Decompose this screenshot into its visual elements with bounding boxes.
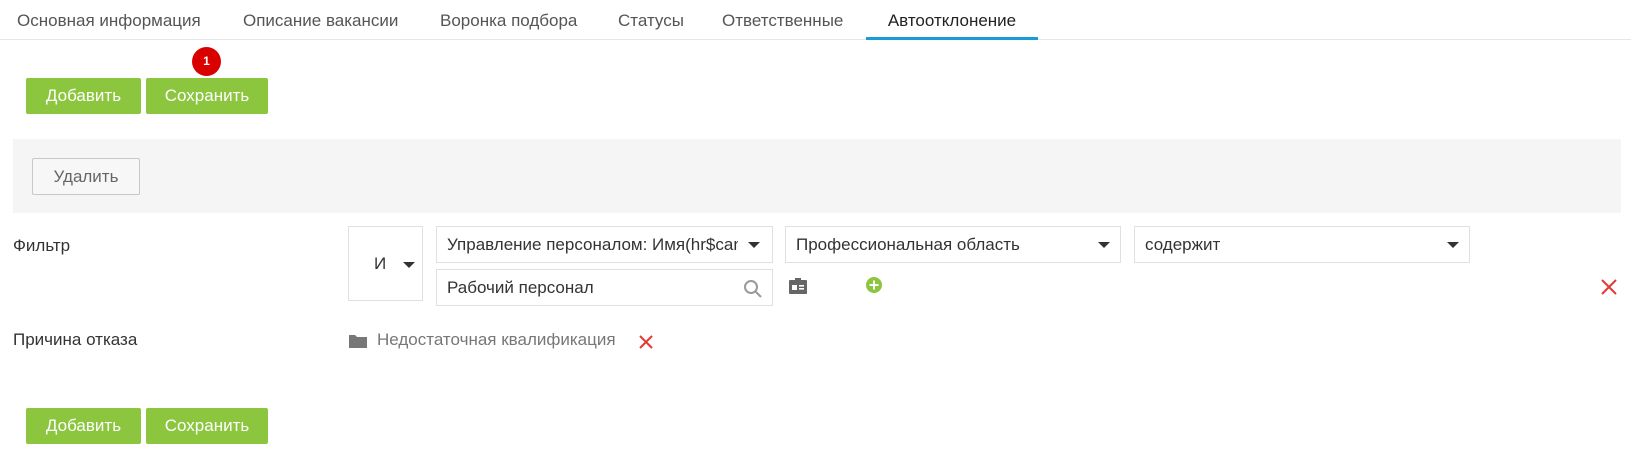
folder-icon	[349, 335, 367, 348]
tab-vacancy-description[interactable]: Описание вакансии	[243, 0, 398, 40]
operator-select[interactable]: И	[348, 226, 423, 301]
chevron-down-icon	[1098, 242, 1110, 248]
field-select[interactable]: Профессиональная область	[785, 226, 1121, 263]
value-input[interactable]: Рабочий персонал	[436, 269, 773, 306]
reason-label: Причина отказа	[13, 330, 138, 349]
field-source-select[interactable]: Управление персоналом: Имя(hr$candidate)	[436, 226, 773, 263]
reason-value: Недостаточная квалификация	[377, 330, 616, 349]
chevron-down-icon	[1447, 242, 1459, 248]
save-button-bottom[interactable]: Сохранить	[146, 408, 268, 444]
tab-funnel[interactable]: Воронка подбора	[440, 0, 577, 40]
search-icon[interactable]	[743, 279, 763, 299]
condition-select[interactable]: содержит	[1134, 226, 1470, 263]
condition-value: содержит	[1145, 234, 1221, 254]
chevron-down-icon	[403, 262, 415, 268]
field-value: Профессиональная область	[796, 234, 1020, 254]
operator-value: И	[374, 253, 387, 273]
filter-label: Фильтр	[13, 236, 71, 255]
rule-header-panel: Удалить	[13, 139, 1621, 213]
id-card-icon[interactable]	[788, 277, 808, 295]
close-icon[interactable]	[1600, 278, 1618, 296]
tab-statuses[interactable]: Статусы	[618, 0, 684, 40]
tab-bar: Основная информация Описание вакансии Во…	[0, 0, 1631, 40]
save-button-top[interactable]: Сохранить	[146, 78, 268, 114]
notification-badge: 1	[192, 47, 221, 76]
tab-main-info[interactable]: Основная информация	[17, 0, 201, 40]
tab-auto-reject[interactable]: Автоотклонение	[866, 0, 1038, 40]
tab-responsible[interactable]: Ответственные	[722, 0, 843, 40]
plus-circle-icon[interactable]	[865, 276, 883, 294]
close-icon[interactable]	[638, 334, 654, 350]
add-button-bottom[interactable]: Добавить	[26, 408, 141, 444]
delete-button[interactable]: Удалить	[32, 158, 140, 195]
chevron-down-icon	[748, 242, 760, 248]
field-source-value: Управление персоналом: Имя(hr$candidate)	[447, 234, 747, 254]
value-text: Рабочий персонал	[447, 277, 594, 297]
add-button-top[interactable]: Добавить	[26, 78, 141, 114]
